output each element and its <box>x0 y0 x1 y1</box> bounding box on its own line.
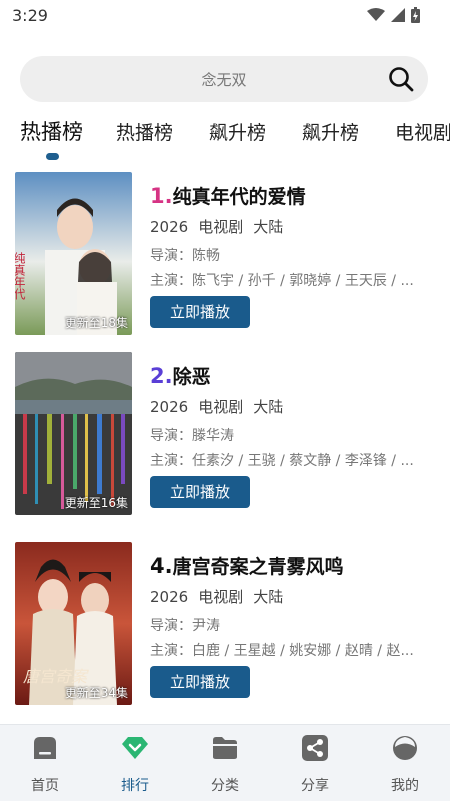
rank-number: 2. <box>150 364 173 388</box>
poster-image: 纯真年代 <box>15 172 132 335</box>
search-bar[interactable]: 念无双 <box>20 56 428 102</box>
poster[interactable]: 更新至16集 <box>15 352 132 515</box>
status-icons <box>367 7 420 23</box>
bottom-nav: 首页 排行 分类 分享 我的 <box>0 724 450 801</box>
tab-indicator <box>46 153 59 160</box>
nav-share[interactable]: 分享 <box>285 735 345 795</box>
item-meta: 2026 电视剧 大陆 <box>150 216 293 237</box>
nav-profile-label: 我的 <box>391 778 419 794</box>
year: 2026 <box>150 588 189 606</box>
genre: 电视剧 <box>198 588 244 606</box>
title-text: 纯真年代的爱情 <box>172 186 306 208</box>
play-button[interactable]: 立即播放 <box>150 476 250 508</box>
list-item[interactable]: 更新至16集 2.除恶 2026 电视剧 大陆 导演：滕华涛 主演：任素汐 / 王骁… <box>0 352 450 517</box>
region: 大陆 <box>253 398 284 416</box>
nav-home-label: 首页 <box>31 778 59 794</box>
nav-home[interactable]: 首页 <box>15 735 75 795</box>
tab-hot-2[interactable]: 热播榜 <box>116 118 173 145</box>
status-bar: 3:29 <box>0 0 450 32</box>
folder-icon <box>213 737 237 759</box>
rank-number: 4. <box>150 554 173 578</box>
rank-number: 1. <box>150 184 173 208</box>
nav-profile[interactable]: 我的 <box>375 735 435 795</box>
profile-icon <box>393 736 417 760</box>
nav-ranking-label: 排行 <box>121 778 149 794</box>
episode-badge: 更新至18集 <box>64 316 128 330</box>
episode-badge: 更新至16集 <box>64 496 128 510</box>
poster[interactable]: 唐宫奇案 更新至34集 <box>15 542 132 705</box>
tab-bar: 热播榜 热播榜 飙升榜 飙升榜 电视剧 <box>0 112 450 164</box>
status-time: 3:29 <box>12 6 48 25</box>
nav-category-label: 分类 <box>211 778 239 794</box>
poster-image: 唐宫奇案 <box>15 542 132 705</box>
tab-rising-1[interactable]: 飙升榜 <box>209 118 266 145</box>
svg-text:纯真年代: 纯真年代 <box>15 252 26 301</box>
cast: 主演：任素汐 / 王骁 / 蔡文静 / 李泽锋 / ... <box>150 453 414 469</box>
play-button[interactable]: 立即播放 <box>150 296 250 328</box>
list-item[interactable]: 纯真年代 更新至18集 1.纯真年代的爱情 2026 电视剧 大陆 导演：陈畅 主演… <box>0 172 450 337</box>
item-title[interactable]: 1.纯真年代的爱情 <box>150 182 306 209</box>
play-button[interactable]: 立即播放 <box>150 666 250 698</box>
director: 导演：陈畅 <box>150 248 220 264</box>
tab-tv[interactable]: 电视剧 <box>395 118 450 145</box>
item-meta: 2026 电视剧 大陆 <box>150 396 293 417</box>
nav-ranking[interactable]: 排行 <box>105 735 165 795</box>
ranking-icon <box>122 737 148 759</box>
tab-rising-2[interactable]: 飙升榜 <box>302 118 359 145</box>
signal-icon <box>391 8 405 22</box>
title-text: 除恶 <box>172 366 211 388</box>
director: 导演：滕华涛 <box>150 428 234 444</box>
item-title[interactable]: 2.除恶 <box>150 362 211 389</box>
region: 大陆 <box>253 218 284 236</box>
genre: 电视剧 <box>198 218 244 236</box>
year: 2026 <box>150 218 189 236</box>
title-text: 唐宫奇案之青雾风鸣 <box>172 556 344 578</box>
item-meta: 2026 电视剧 大陆 <box>150 586 293 607</box>
share-icon <box>302 735 328 761</box>
nav-share-label: 分享 <box>301 778 329 794</box>
year: 2026 <box>150 398 189 416</box>
region: 大陆 <box>253 588 284 606</box>
cast: 主演：陈飞宇 / 孙千 / 郭晓婷 / 王天辰 / ... <box>150 273 414 289</box>
cast: 主演：白鹿 / 王星越 / 姚安娜 / 赵晴 / 赵... <box>150 643 414 659</box>
genre: 电视剧 <box>198 398 244 416</box>
director: 导演：尹涛 <box>150 618 220 634</box>
home-icon <box>34 737 56 759</box>
search-icon[interactable] <box>388 66 414 92</box>
search-placeholder: 念无双 <box>201 71 247 89</box>
battery-icon <box>411 7 420 23</box>
list-item[interactable]: 唐宫奇案 更新至34集 4.唐宫奇案之青雾风鸣 2026 电视剧 大陆 导演：尹涛 … <box>0 542 450 707</box>
item-title[interactable]: 4.唐宫奇案之青雾风鸣 <box>150 552 344 579</box>
episode-badge: 更新至34集 <box>64 686 128 700</box>
poster[interactable]: 纯真年代 更新至18集 <box>15 172 132 335</box>
poster-image <box>15 352 132 515</box>
tab-hot-1[interactable]: 热播榜 <box>20 116 83 146</box>
nav-category[interactable]: 分类 <box>195 735 255 795</box>
wifi-icon <box>367 8 385 21</box>
